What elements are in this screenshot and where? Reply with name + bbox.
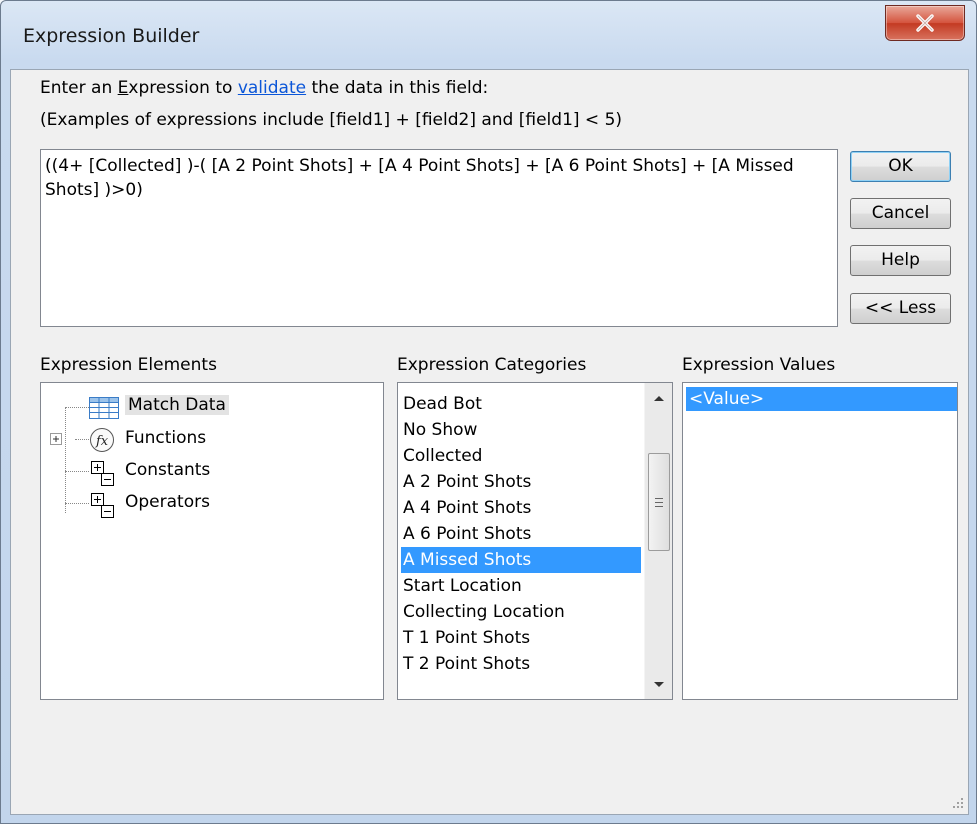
list-item[interactable]: Start Location bbox=[401, 573, 641, 599]
expression-values-label: Expression Values bbox=[682, 355, 836, 375]
list-item[interactable]: A 4 Point Shots bbox=[401, 495, 641, 521]
window-title: Expression Builder bbox=[23, 25, 200, 47]
operators-icon bbox=[91, 493, 114, 518]
tree-item-functions[interactable]: Functions bbox=[125, 428, 206, 448]
prompt-accelerator: E bbox=[117, 78, 129, 98]
close-icon bbox=[916, 14, 934, 32]
tree-item-label: Match Data bbox=[128, 395, 226, 415]
expression-values-list[interactable]: <Value> bbox=[682, 382, 958, 700]
prompt-line-1: Enter an Expression to validate the data… bbox=[40, 78, 488, 98]
prompt-line-2: (Examples of expressions include [field1… bbox=[40, 110, 623, 130]
ok-button[interactable]: OK bbox=[850, 151, 951, 182]
validate-link[interactable]: validate bbox=[238, 78, 306, 98]
prompt-text: Enter an bbox=[40, 78, 118, 98]
list-item[interactable]: No Show bbox=[401, 417, 641, 443]
prompt-text: xpression to bbox=[128, 78, 238, 98]
expression-categories-label: Expression Categories bbox=[397, 355, 587, 375]
table-icon bbox=[89, 397, 119, 419]
expression-builder-window: Expression Builder Enter an Expression t… bbox=[0, 0, 977, 824]
prompt-text: the data in this field: bbox=[306, 78, 489, 98]
dialog-body: Enter an Expression to validate the data… bbox=[10, 69, 969, 815]
less-button[interactable]: << Less bbox=[850, 293, 951, 324]
close-button[interactable] bbox=[885, 5, 965, 41]
constants-icon bbox=[91, 461, 114, 486]
expression-input[interactable]: ((4+ [Collected] )-( [A 2 Point Shots] +… bbox=[40, 149, 838, 327]
help-button[interactable]: Help bbox=[850, 245, 951, 276]
title-bar[interactable]: Expression Builder bbox=[1, 1, 976, 67]
value-item-selected[interactable]: <Value> bbox=[686, 387, 957, 411]
scroll-up-icon[interactable] bbox=[654, 396, 664, 401]
expand-icon[interactable] bbox=[50, 433, 62, 445]
scroll-down-icon[interactable] bbox=[654, 682, 664, 687]
list-item-selected[interactable]: A Missed Shots bbox=[401, 547, 641, 573]
expression-elements-tree[interactable]: Match Data fx Functions Constants Operat… bbox=[40, 382, 384, 700]
grip-icon bbox=[655, 498, 663, 507]
expression-categories-list[interactable]: Dead Bot No Show Collected A 2 Point Sho… bbox=[397, 382, 673, 700]
categories-scrollbar[interactable] bbox=[644, 383, 672, 699]
function-icon: fx bbox=[90, 428, 114, 452]
list-item[interactable]: A 6 Point Shots bbox=[401, 521, 641, 547]
tree-item-operators[interactable]: Operators bbox=[125, 492, 210, 512]
cancel-button[interactable]: Cancel bbox=[850, 198, 951, 229]
tree-item-constants[interactable]: Constants bbox=[125, 460, 210, 480]
expression-elements-label: Expression Elements bbox=[40, 355, 217, 375]
list-item[interactable]: T 1 Point Shots bbox=[401, 625, 641, 651]
list-item[interactable]: T 2 Point Shots bbox=[401, 651, 641, 677]
list-item[interactable]: A 2 Point Shots bbox=[401, 469, 641, 495]
svg-text:fx: fx bbox=[95, 434, 109, 449]
scrollbar-thumb[interactable] bbox=[648, 453, 670, 551]
list-item[interactable]: Collecting Location bbox=[401, 599, 641, 625]
tree-item-match-data[interactable]: Match Data bbox=[125, 395, 229, 415]
list-item[interactable]: Dead Bot bbox=[401, 391, 641, 417]
list-item[interactable]: Collected bbox=[401, 443, 641, 469]
resize-grip-icon[interactable] bbox=[952, 798, 964, 810]
